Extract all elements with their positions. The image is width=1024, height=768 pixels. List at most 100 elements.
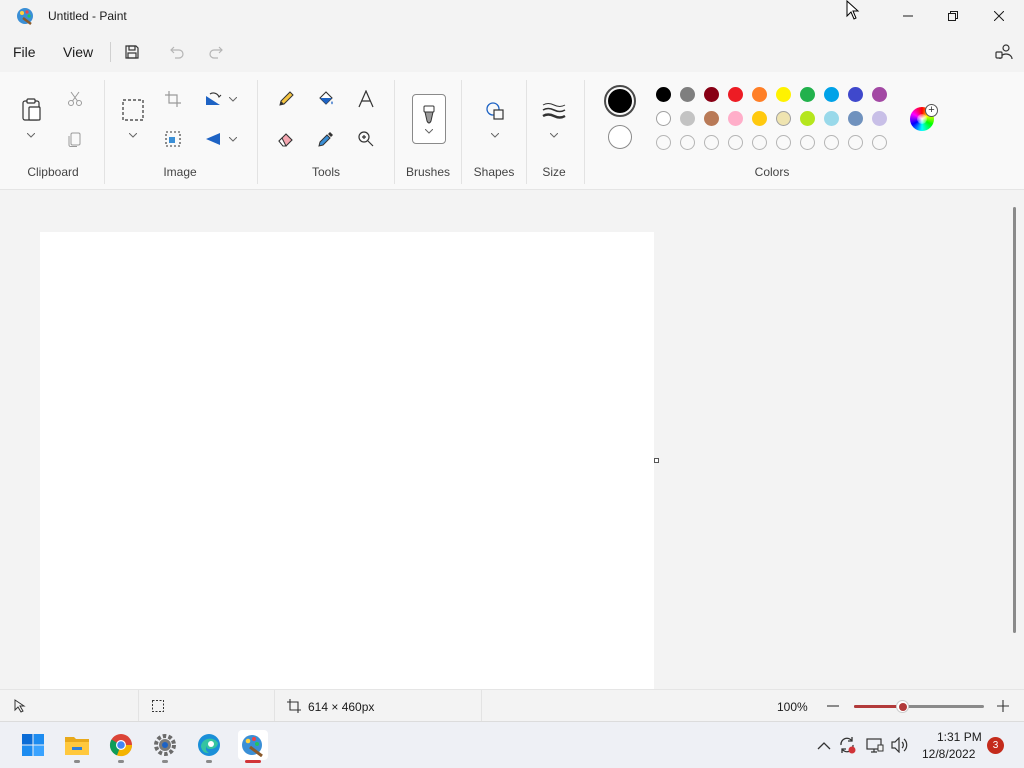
menu-view[interactable]: View <box>63 44 93 60</box>
zoom-in-button[interactable] <box>997 699 1009 717</box>
notification-badge[interactable]: 3 <box>987 737 1004 754</box>
secondary-color-button[interactable] <box>608 125 632 149</box>
color-swatch[interactable] <box>824 111 839 126</box>
flip-button[interactable] <box>200 126 226 152</box>
custom-color-slot[interactable] <box>776 135 791 150</box>
fill-button[interactable] <box>313 86 339 112</box>
select-dropdown[interactable] <box>128 130 138 140</box>
restore-button[interactable] <box>930 0 976 32</box>
color-picker-button[interactable] <box>313 126 339 152</box>
paste-dropdown[interactable] <box>26 130 36 140</box>
size-button[interactable] <box>541 98 567 124</box>
canvas-resize-handle[interactable] <box>654 458 659 463</box>
chevron-down-icon <box>491 132 499 138</box>
magnifier-icon <box>358 131 374 147</box>
zoom-out-button[interactable] <box>827 699 839 717</box>
shapes-dropdown[interactable] <box>490 130 500 140</box>
account-button[interactable] <box>990 40 1018 64</box>
color-swatch[interactable] <box>728 111 743 126</box>
color-swatch[interactable] <box>848 111 863 126</box>
zoom-level-text[interactable]: 100% <box>777 700 808 714</box>
primary-color-button[interactable] <box>604 85 636 117</box>
minimize-button[interactable] <box>885 0 931 32</box>
color-swatch[interactable] <box>800 111 815 126</box>
rotate-button[interactable] <box>200 86 226 112</box>
color-swatch[interactable] <box>872 111 887 126</box>
flip-dropdown[interactable] <box>228 134 238 144</box>
vertical-scrollbar[interactable] <box>1013 207 1016 633</box>
plus-icon: + <box>925 104 938 117</box>
text-icon <box>358 90 374 108</box>
shapes-button[interactable] <box>482 98 508 124</box>
taskbar-file-explorer[interactable] <box>62 730 92 760</box>
tray-overflow-button[interactable] <box>815 736 833 754</box>
color-swatch[interactable] <box>656 111 671 126</box>
custom-color-slot[interactable] <box>824 135 839 150</box>
color-swatch[interactable] <box>776 111 791 126</box>
ribbon-divider <box>394 80 395 184</box>
custom-color-slot[interactable] <box>680 135 695 150</box>
undo-button[interactable] <box>163 40 191 64</box>
tray-volume-button[interactable] <box>891 736 909 754</box>
color-swatch[interactable] <box>848 87 863 102</box>
zoom-slider-thumb[interactable] <box>896 700 910 713</box>
brushes-button[interactable] <box>412 94 446 144</box>
color-swatch[interactable] <box>776 87 791 102</box>
color-swatch[interactable] <box>824 87 839 102</box>
clock-date[interactable]: 12/8/2022 <box>922 747 975 761</box>
custom-color-slot[interactable] <box>728 135 743 150</box>
tray-sync-button[interactable] <box>838 736 856 754</box>
eraser-button[interactable] <box>273 126 299 152</box>
menu-file[interactable]: File <box>13 44 36 60</box>
color-swatch[interactable] <box>872 87 887 102</box>
rotate-dropdown[interactable] <box>228 94 238 104</box>
chevron-down-icon <box>229 96 237 102</box>
close-button[interactable] <box>976 0 1022 32</box>
taskbar-paint[interactable] <box>238 730 268 760</box>
custom-color-slot[interactable] <box>800 135 815 150</box>
custom-color-slot[interactable] <box>752 135 767 150</box>
zoom-slider[interactable] <box>854 705 984 708</box>
color-swatch[interactable] <box>752 111 767 126</box>
chevron-up-icon <box>817 741 831 749</box>
window-title: Untitled - Paint <box>48 9 127 23</box>
minimize-icon <box>903 15 913 17</box>
crop-button[interactable] <box>160 86 186 112</box>
color-swatch[interactable] <box>680 111 695 126</box>
color-swatch[interactable] <box>728 87 743 102</box>
taskbar-settings[interactable] <box>150 730 180 760</box>
resize-button[interactable] <box>160 126 186 152</box>
drawing-canvas[interactable] <box>40 232 654 689</box>
cut-button[interactable] <box>62 86 88 112</box>
custom-color-slot[interactable] <box>656 135 671 150</box>
primary-color-swatch <box>608 89 632 113</box>
color-swatch[interactable] <box>704 87 719 102</box>
save-button[interactable] <box>118 40 146 64</box>
settings-icon <box>154 734 176 756</box>
chrome-icon <box>109 734 133 757</box>
color-swatch[interactable] <box>752 87 767 102</box>
taskbar-edge[interactable] <box>194 730 224 760</box>
custom-color-slot[interactable] <box>872 135 887 150</box>
redo-button[interactable] <box>202 40 230 64</box>
color-swatch[interactable] <box>680 87 695 102</box>
size-dropdown[interactable] <box>549 130 559 140</box>
color-swatch[interactable] <box>656 87 671 102</box>
chevron-down-icon <box>229 136 237 142</box>
color-swatch[interactable] <box>704 111 719 126</box>
magnifier-button[interactable] <box>353 126 379 152</box>
ribbon-divider <box>584 80 585 184</box>
tray-network-button[interactable] <box>866 736 884 754</box>
custom-color-slot[interactable] <box>848 135 863 150</box>
group-label-tools: Tools <box>311 165 340 179</box>
pencil-button[interactable] <box>273 86 299 112</box>
copy-button[interactable] <box>62 126 88 152</box>
paste-button[interactable] <box>18 97 44 123</box>
color-swatch[interactable] <box>800 87 815 102</box>
start-button[interactable] <box>18 730 48 760</box>
taskbar-chrome[interactable] <box>106 730 136 760</box>
select-button[interactable] <box>120 97 146 123</box>
custom-color-slot[interactable] <box>704 135 719 150</box>
clock-time[interactable]: 1:31 PM <box>937 730 982 744</box>
text-button[interactable] <box>353 86 379 112</box>
